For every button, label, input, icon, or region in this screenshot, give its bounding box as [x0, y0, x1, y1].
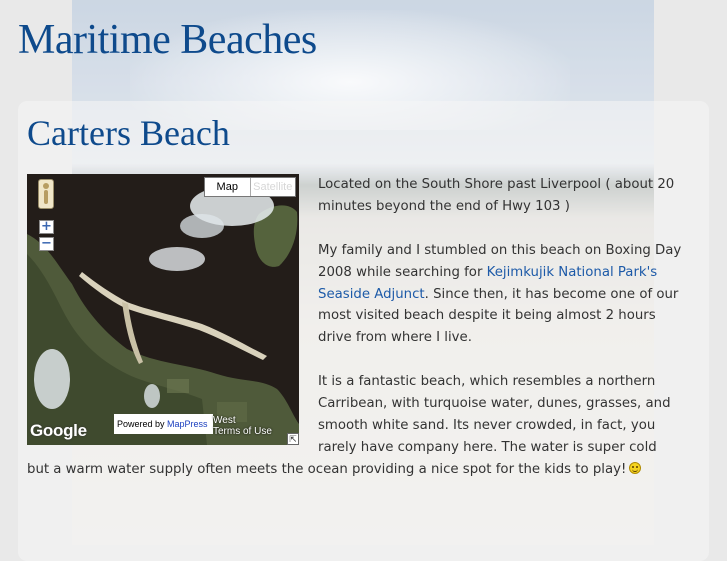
article-paragraph: It is a fantastic beach, which resembles…: [27, 371, 682, 481]
article-paragraph: My family and I stumbled on this beach o…: [27, 240, 682, 350]
map-wrap-spacer: [27, 371, 318, 459]
article-paragraph: Located on the South Shore past Liverpoo…: [318, 177, 675, 214]
site-title[interactable]: Maritime Beaches: [18, 16, 317, 64]
smiley-face-icon: [629, 461, 642, 474]
article-body: Located on the South Shore past Liverpoo…: [27, 174, 682, 481]
page-heading: Carters Beach: [27, 113, 230, 153]
